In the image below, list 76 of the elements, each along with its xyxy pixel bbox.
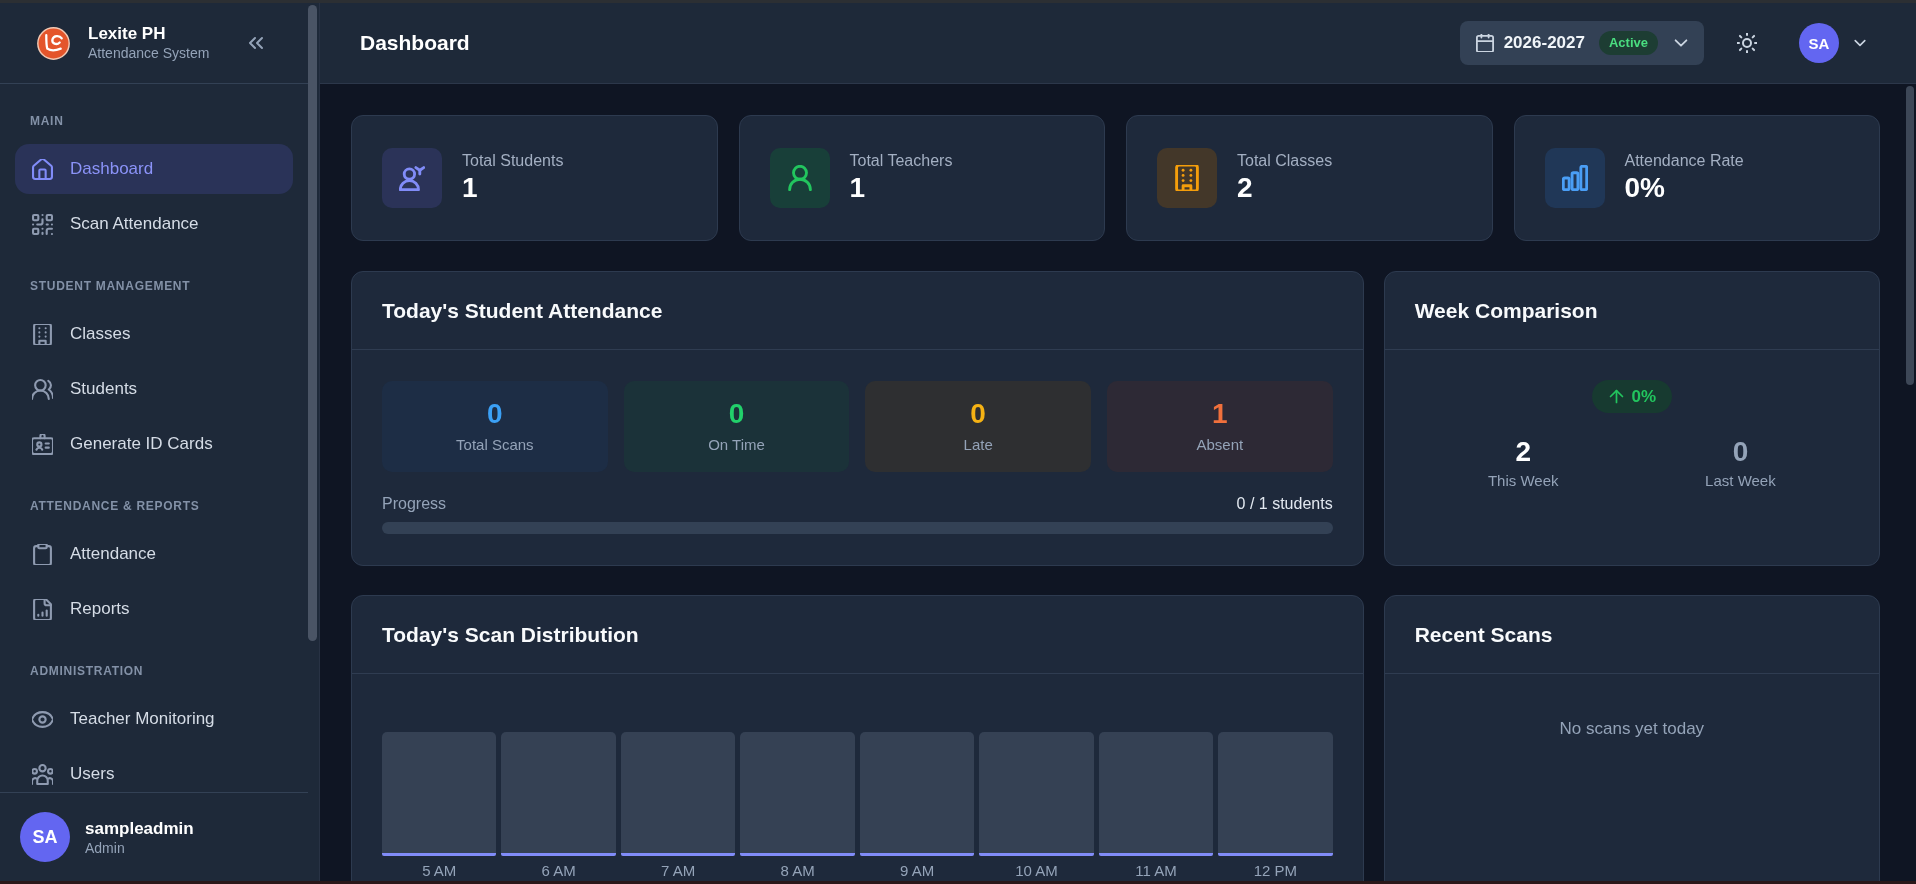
building-icon (32, 323, 53, 345)
calendar-icon (1475, 34, 1494, 52)
house-icon (32, 158, 53, 180)
hour-label: 12 PM (1252, 862, 1299, 880)
nav-item[interactable]: Scan Attendance (15, 199, 293, 249)
nav-item[interactable]: Attendance (15, 529, 293, 579)
nav-item[interactable]: Students (15, 364, 293, 414)
brand-subtitle: Attendance System (88, 44, 210, 62)
hour-label: 10 AM (1014, 862, 1059, 880)
summary-label: Absent (1196, 435, 1244, 455)
hour-label: 9 AM (898, 862, 936, 880)
period-label: Last Week (1705, 471, 1776, 491)
stat-label: Total Teachers (849, 151, 953, 171)
person-icon (769, 148, 830, 208)
empty-message: No scans yet today (1559, 718, 1705, 740)
progress-label: Progress (382, 494, 447, 514)
stat-label: Total Classes (1237, 151, 1333, 171)
summary-label: On Time (708, 435, 765, 455)
person-icon (382, 148, 442, 208)
stat-label: Attendance Rate (1624, 151, 1744, 171)
stat-value: 0% (1624, 171, 1666, 205)
card-title: Today's Scan Distribution (382, 622, 639, 647)
section-heading: MAIN (29, 113, 65, 129)
card-title: Recent Scans (1414, 622, 1553, 647)
nav-item[interactable]: Classes (15, 309, 293, 359)
people-icon (32, 378, 53, 400)
card-title: Today's Student Attendance (382, 298, 663, 323)
bar-chart-icon (1544, 148, 1605, 208)
building-icon (1157, 148, 1217, 208)
hour-label: 11 AM (1134, 862, 1178, 880)
eye-icon (32, 708, 53, 730)
sun-icon[interactable] (1737, 33, 1757, 53)
user-avatar[interactable]: SA (20, 812, 70, 862)
section-heading: ADMINISTRATION (29, 663, 145, 679)
school-year-selector[interactable]: 2026-2027 Active (1459, 21, 1704, 65)
hour-label: 8 AM (779, 862, 816, 880)
summary-value: 1 (1212, 397, 1228, 431)
summary-value: 0 (728, 397, 745, 431)
period-value: 0 (1732, 435, 1749, 469)
user-role: Admin (85, 838, 126, 857)
brand-name: Lexite PH (88, 24, 167, 44)
section-heading: STUDENT MANAGEMENT (29, 278, 192, 294)
scrollbar-thumb[interactable] (308, 5, 317, 641)
qr-code-icon (32, 213, 53, 235)
nav-item[interactable]: Dashboard (15, 144, 293, 194)
period-label: This Week (1487, 471, 1559, 491)
group-icon (32, 763, 53, 785)
id-card-icon (32, 433, 53, 455)
nav-item[interactable]: Users (15, 749, 293, 792)
summary-label: Total Scans (456, 435, 534, 455)
user-name: sampleadmin (85, 817, 194, 839)
logo-icon (37, 26, 70, 60)
scrollbar-thumb[interactable] (1906, 86, 1914, 385)
hour-label: 6 AM (540, 862, 577, 880)
card-title: Week Comparison (1414, 298, 1598, 323)
hour-label: 5 AM (421, 862, 458, 880)
nav-item[interactable]: Generate ID Cards (15, 419, 293, 469)
nav-item[interactable]: Teacher Monitoring (15, 694, 293, 744)
user-avatar[interactable]: SA (1799, 23, 1839, 63)
summary-value: 0 (487, 397, 503, 431)
nav-item[interactable]: Reports (15, 584, 293, 634)
status-badge: Active (1598, 31, 1658, 55)
period-value: 2 (1515, 435, 1532, 469)
stat-value: 1 (462, 171, 479, 205)
document-chart-icon (32, 598, 53, 620)
page-title: Dashboard (360, 31, 470, 55)
stat-value: 2 (1237, 171, 1254, 205)
summary-label: Late (963, 435, 993, 455)
change-value: 0% (1631, 386, 1657, 407)
progress-reading: 0 / 1 students (1236, 494, 1333, 514)
section-heading: ATTENDANCE & REPORTS (29, 498, 201, 514)
summary-value: 0 (970, 397, 986, 431)
hour-label: 7 AM (660, 862, 697, 880)
clipboard-icon (32, 543, 53, 565)
stat-label: Total Students (462, 151, 564, 171)
stat-value: 1 (849, 171, 867, 205)
